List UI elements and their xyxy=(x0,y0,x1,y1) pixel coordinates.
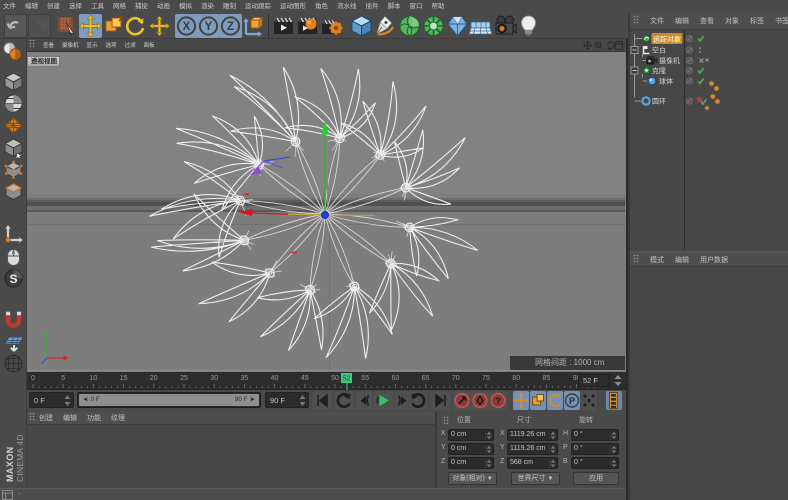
svg-text:75: 75 xyxy=(482,375,490,382)
svg-text:Z: Z xyxy=(227,21,234,33)
svg-text:X: X xyxy=(183,21,191,33)
svg-text:5: 5 xyxy=(61,375,65,382)
svg-text:摄像机: 摄像机 xyxy=(659,56,680,65)
svg-text:?: ? xyxy=(495,396,501,407)
svg-text:50: 50 xyxy=(331,375,339,382)
svg-text:80: 80 xyxy=(512,375,520,382)
svg-text:球体: 球体 xyxy=(659,77,673,86)
svg-text:35: 35 xyxy=(241,375,249,382)
svg-text:30: 30 xyxy=(210,375,218,382)
svg-text:25: 25 xyxy=(180,375,188,382)
svg-text:60: 60 xyxy=(392,375,400,382)
svg-text:70: 70 xyxy=(452,375,460,382)
svg-text:克隆: 克隆 xyxy=(652,66,666,75)
svg-text:20: 20 xyxy=(150,375,158,382)
svg-text:15: 15 xyxy=(120,375,128,382)
svg-text:空白: 空白 xyxy=(652,46,666,55)
svg-text:40: 40 xyxy=(271,375,279,382)
svg-text:圆环: 圆环 xyxy=(652,98,666,106)
svg-text:85: 85 xyxy=(543,375,551,382)
svg-text:52: 52 xyxy=(343,376,351,383)
svg-text:S: S xyxy=(9,272,17,286)
svg-text:65: 65 xyxy=(422,375,430,382)
svg-text:P: P xyxy=(569,396,575,406)
svg-text:0: 0 xyxy=(31,375,35,382)
svg-text:10: 10 xyxy=(90,375,98,382)
svg-text:追踪对象: 追踪对象 xyxy=(653,35,681,44)
svg-text:Y: Y xyxy=(205,21,213,33)
svg-text:45: 45 xyxy=(301,375,309,382)
svg-text:55: 55 xyxy=(361,375,369,382)
